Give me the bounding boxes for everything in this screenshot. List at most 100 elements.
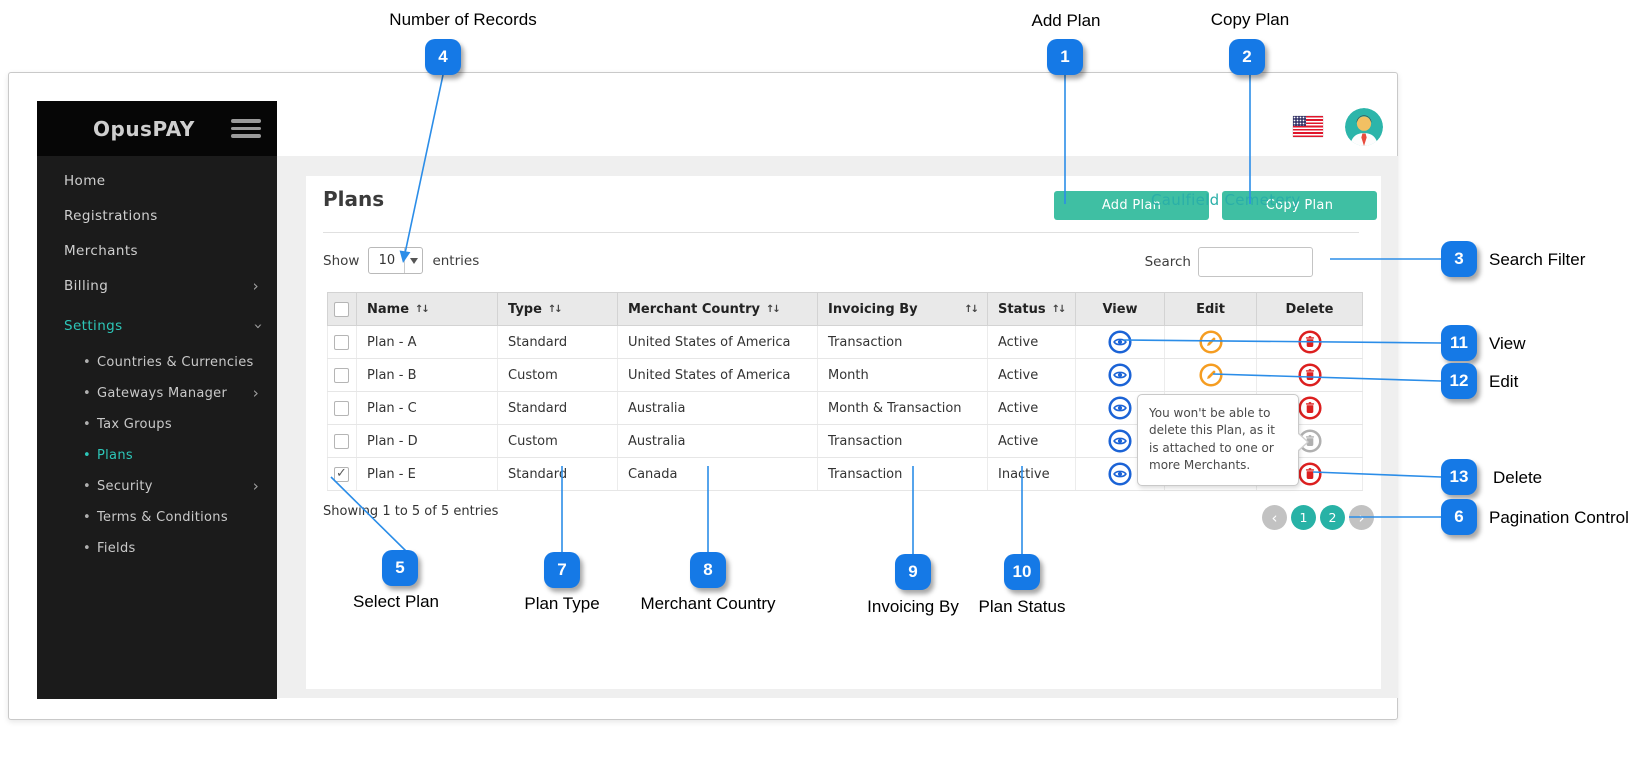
- search-label: Search: [1145, 254, 1191, 270]
- cell-name: Plan - C: [357, 392, 498, 425]
- avatar-person-icon: [1345, 108, 1383, 146]
- column-header-merchant-country[interactable]: Merchant Country↑↓: [618, 293, 818, 326]
- hamburger-menu-icon[interactable]: [231, 119, 261, 138]
- page-size-select[interactable]: 10: [368, 247, 423, 274]
- cell-status: Inactive: [988, 458, 1076, 491]
- sidebar-item-settings[interactable]: Settings›: [37, 309, 277, 344]
- sort-icon: ↑↓: [766, 304, 779, 315]
- column-header-type[interactable]: Type↑↓: [498, 293, 618, 326]
- sidebar-item-registrations[interactable]: Registrations: [37, 199, 277, 234]
- row-checkbox[interactable]: ✓: [334, 467, 349, 482]
- cell-type: Standard: [498, 458, 618, 491]
- pagination-page-2[interactable]: 2: [1320, 505, 1345, 530]
- sidebar-nav: Home Registrations Merchants Billing› Se…: [37, 156, 277, 564]
- column-header-name[interactable]: Name↑↓: [357, 293, 498, 326]
- cell-status: Active: [988, 392, 1076, 425]
- sidebar-header: OpusPAY: [37, 101, 277, 156]
- edit-action-icon[interactable]: [1199, 330, 1223, 354]
- callout-label-plan-type: Plan Type: [524, 594, 599, 614]
- callout-label-copy-plan: Copy Plan: [1211, 10, 1289, 30]
- callout-label-select-plan: Select Plan: [353, 592, 439, 612]
- sort-icon: ↑↓: [964, 304, 977, 315]
- bullet-icon: •: [83, 440, 91, 471]
- sidebar-item-countries-currencies[interactable]: •Countries & Currencies: [37, 347, 277, 378]
- bullet-icon: •: [83, 378, 91, 409]
- bullet-icon: •: [83, 502, 91, 533]
- cell-type: Custom: [498, 359, 618, 392]
- cell-invoicing: Month: [818, 359, 988, 392]
- delete-action-icon[interactable]: [1298, 330, 1322, 354]
- callout-badge-5: 5: [382, 550, 418, 586]
- row-checkbox[interactable]: ✓: [334, 335, 349, 350]
- app-window: OpusPAY Home Registrations Merchants Bil…: [8, 72, 1398, 720]
- cell-invoicing: Transaction: [818, 326, 988, 359]
- cell-invoicing: Transaction: [818, 425, 988, 458]
- callout-badge-2: 2: [1229, 39, 1265, 75]
- callout-badge-9: 9: [895, 554, 931, 590]
- edit-action-icon[interactable]: [1199, 363, 1223, 387]
- view-action-icon[interactable]: [1108, 462, 1132, 486]
- divider: [323, 232, 1359, 233]
- cell-status: Active: [988, 359, 1076, 392]
- sidebar-item-tax-groups[interactable]: •Tax Groups: [37, 409, 277, 440]
- callout-badge-4: 4: [425, 39, 461, 75]
- user-avatar[interactable]: [1345, 108, 1383, 146]
- sidebar-item-plans[interactable]: •Plans: [37, 440, 277, 471]
- sidebar-item-terms-conditions[interactable]: •Terms & Conditions: [37, 502, 277, 533]
- column-header-status[interactable]: Status↑↓: [988, 293, 1076, 326]
- dropdown-arrow-icon: [405, 253, 422, 268]
- sort-icon: ↑↓: [548, 304, 561, 315]
- callout-badge-12: 12: [1441, 363, 1477, 399]
- cell-type: Standard: [498, 326, 618, 359]
- pagination-control: ‹ 1 2 ›: [1262, 505, 1374, 530]
- sidebar-item-home[interactable]: Home: [37, 164, 277, 199]
- callout-badge-10: 10: [1004, 554, 1040, 590]
- sidebar-item-merchants[interactable]: Merchants: [37, 234, 277, 269]
- delete-action-icon[interactable]: [1298, 363, 1322, 387]
- cell-country: Canada: [618, 458, 818, 491]
- callout-label-edit: Edit: [1489, 372, 1518, 392]
- callout-badge-13: 13: [1441, 459, 1477, 495]
- row-checkbox[interactable]: ✓: [334, 401, 349, 416]
- view-action-icon[interactable]: [1108, 396, 1132, 420]
- view-action-icon[interactable]: [1108, 363, 1132, 387]
- column-header-edit: Edit: [1165, 293, 1257, 326]
- sidebar-item-security[interactable]: •Security›: [37, 471, 277, 502]
- sidebar-item-fields[interactable]: •Fields: [37, 533, 277, 564]
- table-header-row: ✓ Name↑↓ Type↑↓ Merchant Country↑↓ Invoi…: [328, 293, 1363, 326]
- view-action-icon[interactable]: [1108, 429, 1132, 453]
- callout-badge-3: 3: [1441, 241, 1477, 277]
- delete-action-icon[interactable]: [1298, 462, 1322, 486]
- chevron-right-icon: ›: [253, 471, 259, 502]
- cell-country: Australia: [618, 392, 818, 425]
- chevron-right-icon: ›: [253, 378, 259, 409]
- pagination-next-button[interactable]: ›: [1349, 505, 1374, 530]
- pagination-page-1[interactable]: 1: [1291, 505, 1316, 530]
- callout-label-plan-status: Plan Status: [979, 597, 1066, 617]
- delete-action-icon[interactable]: [1298, 396, 1322, 420]
- us-flag-icon[interactable]: [1293, 116, 1323, 137]
- cell-status: Active: [988, 425, 1076, 458]
- cell-name: Plan - E: [357, 458, 498, 491]
- cell-name: Plan - B: [357, 359, 498, 392]
- search-input[interactable]: [1198, 247, 1313, 277]
- pagination-prev-button[interactable]: ‹: [1262, 505, 1287, 530]
- cell-status: Active: [988, 326, 1076, 359]
- page-size-control: Show 10 entries: [323, 247, 479, 274]
- column-header-invoicing-by[interactable]: Invoicing By↑↓: [818, 293, 988, 326]
- sidebar-item-gateways-manager[interactable]: •Gateways Manager›: [37, 378, 277, 409]
- merchant-name-link[interactable]: Caulfield Cemetery: [1151, 191, 1301, 209]
- row-checkbox[interactable]: ✓: [334, 434, 349, 449]
- callout-badge-8: 8: [690, 552, 726, 588]
- view-action-icon[interactable]: [1108, 330, 1132, 354]
- cell-name: Plan - D: [357, 425, 498, 458]
- entries-summary: Showing 1 to 5 of 5 entries: [323, 504, 498, 519]
- callout-badge-11: 11: [1441, 325, 1477, 361]
- cell-country: United States of America: [618, 359, 818, 392]
- callout-label-invoicing-by: Invoicing By: [867, 597, 959, 617]
- screenshot-canvas: OpusPAY Home Registrations Merchants Bil…: [0, 0, 1633, 762]
- select-all-checkbox[interactable]: ✓: [334, 302, 349, 317]
- row-checkbox[interactable]: ✓: [334, 368, 349, 383]
- table-row: ✓ Plan - A Standard United States of Ame…: [328, 326, 1363, 359]
- sidebar-item-billing[interactable]: Billing›: [37, 269, 277, 304]
